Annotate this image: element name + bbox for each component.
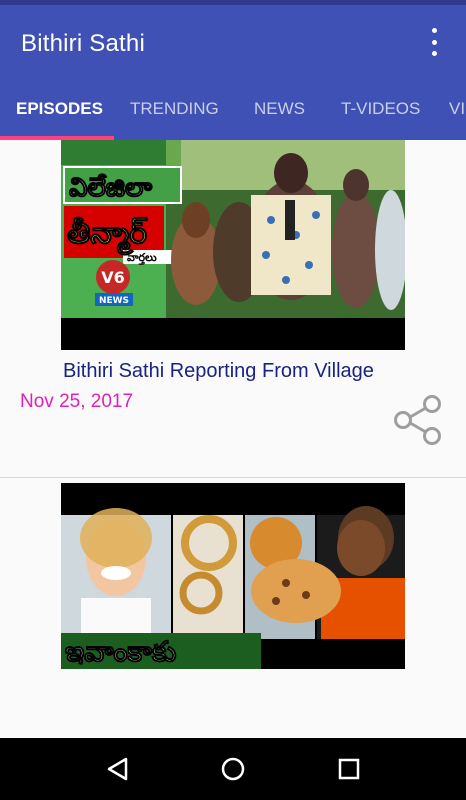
tab-episodes[interactable]: EPISODES (16, 78, 103, 140)
video-list[interactable]: విలేజిలా తీన్మార్ వార్తలు V6 NEWS Bithir… (0, 140, 466, 738)
share-icon[interactable] (392, 393, 444, 447)
tab-t-videos[interactable]: T-VIDEOS (341, 78, 420, 140)
tab-bar: EPISODES TRENDING NEWS T-VIDEOS VI (0, 78, 466, 140)
more-vert-icon[interactable] (422, 25, 446, 59)
thumb-caption-main: ఇవాంకాకు (65, 635, 177, 668)
thumb-caption-sub: వార్తలు (127, 251, 157, 265)
video-title[interactable]: Bithiri Sathi Reporting From Village (63, 360, 374, 383)
channel-logo-sub: NEWS (99, 296, 129, 306)
system-nav-bar (0, 738, 466, 800)
video-thumbnail[interactable]: ఇవాంకాకు (61, 483, 405, 669)
tab-trending[interactable]: TRENDING (130, 78, 219, 140)
video-card[interactable]: ఇవాంకాకు (0, 481, 466, 738)
back-triangle-icon[interactable] (104, 755, 132, 783)
app-screen: Bithiri Sathi EPISODES TRENDING NEWS T-V… (0, 0, 466, 800)
home-circle-icon[interactable] (219, 755, 247, 783)
thumb-caption-top: విలేజిలా (69, 173, 153, 203)
video-thumbnail[interactable]: విలేజిలా తీన్మార్ వార్తలు V6 NEWS (61, 140, 405, 350)
video-card[interactable]: విలేజిలా తీన్మార్ వార్తలు V6 NEWS Bithir… (0, 140, 466, 478)
tab-videos-partial[interactable]: VI (449, 78, 465, 140)
recents-square-icon[interactable] (335, 755, 363, 783)
video-date: Nov 25, 2017 (20, 391, 134, 412)
thumbnail-art: విలేజిలా తీన్మార్ వార్తలు V6 NEWS (61, 140, 405, 350)
app-bar: Bithiri Sathi (0, 5, 466, 78)
thumbnail-art: ఇవాంకాకు (61, 483, 405, 669)
thumb-caption-main: తీన్మార్ (67, 216, 147, 256)
app-title: Bithiri Sathi (21, 30, 145, 57)
channel-logo: V6 (101, 268, 125, 287)
tab-news[interactable]: NEWS (254, 78, 305, 140)
